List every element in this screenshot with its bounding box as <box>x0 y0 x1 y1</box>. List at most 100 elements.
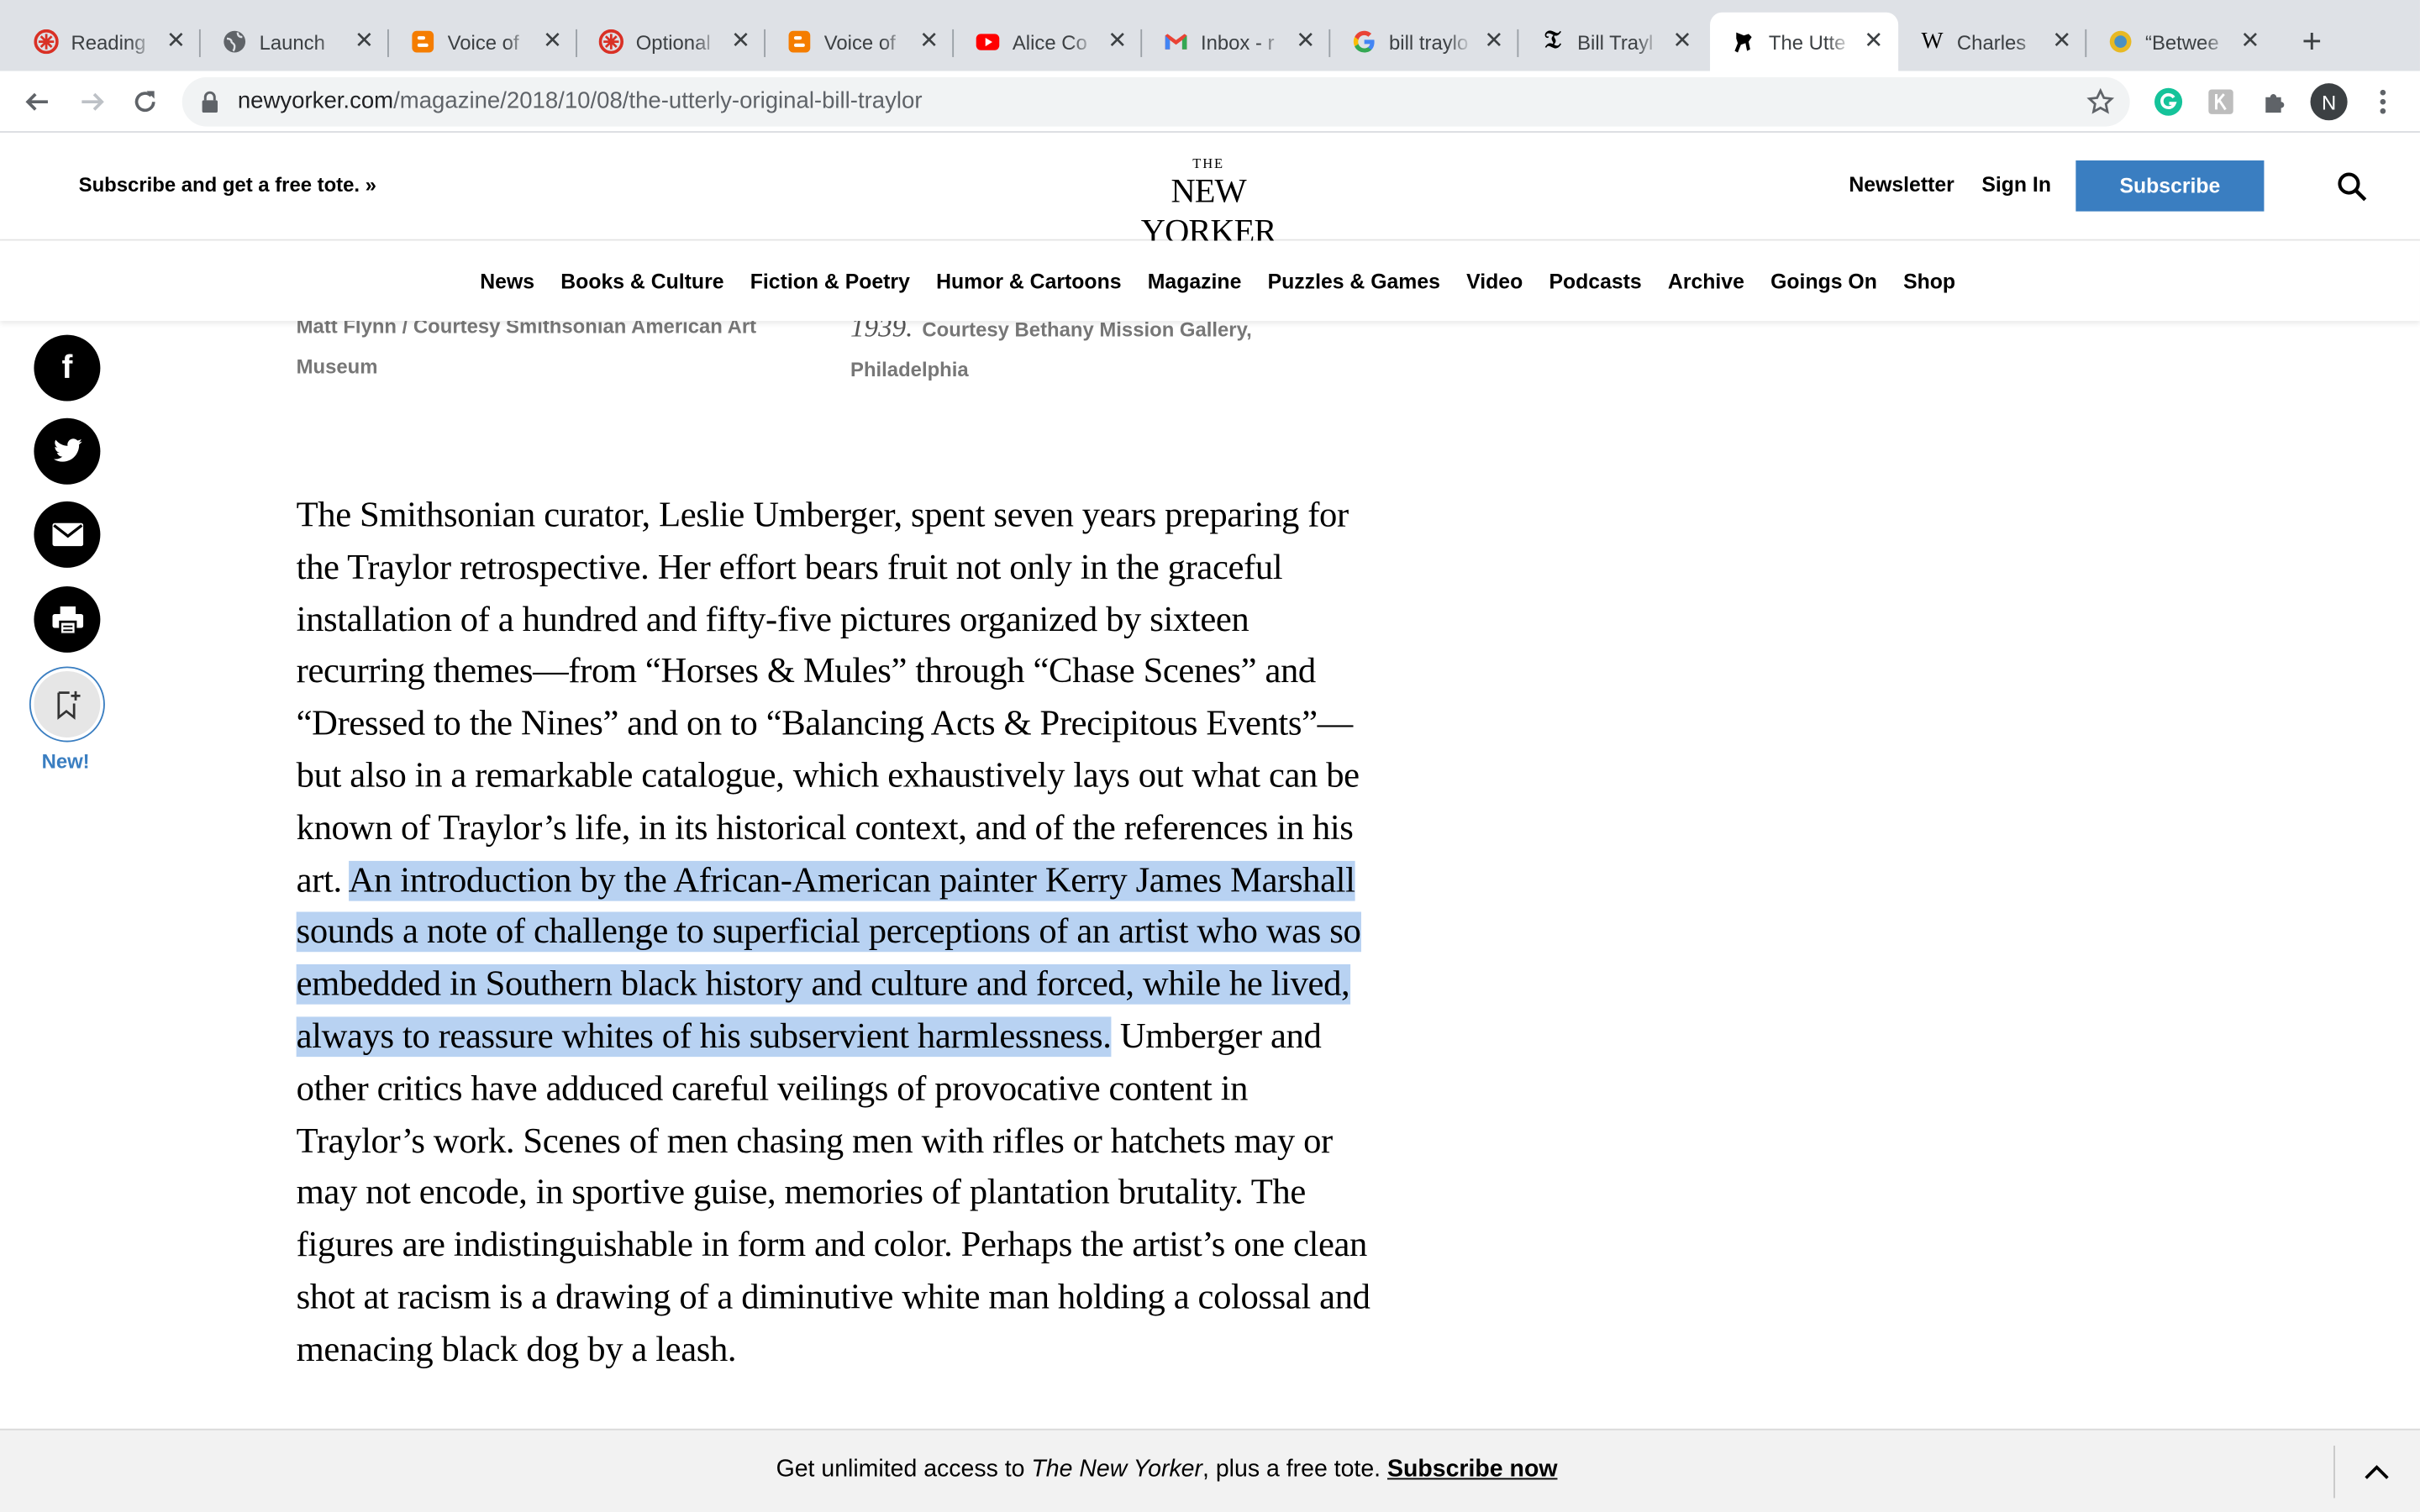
nav-fiction-poetry[interactable]: Fiction & Poetry <box>750 270 910 293</box>
nav-podcasts[interactable]: Podcasts <box>1549 270 1641 293</box>
caption-line: Courtesy Bethany Mission Gallery, <box>922 318 1252 341</box>
share-email-button[interactable] <box>34 501 101 568</box>
tab-title: Reading <box>71 29 146 54</box>
envelope-icon <box>51 522 83 547</box>
close-icon[interactable]: ✕ <box>1105 29 1129 54</box>
grammarly-extension[interactable] <box>2150 83 2187 120</box>
puzzle-icon <box>2265 94 2285 113</box>
browser-tab[interactable]: 𝔗 Bill Trayl ✕ <box>1518 13 1707 71</box>
close-icon[interactable]: ✕ <box>917 29 941 54</box>
nav-shop[interactable]: Shop <box>1903 270 1955 293</box>
facebook-icon: f <box>61 349 73 386</box>
tab-title: “Betwee <box>2145 29 2219 54</box>
nav-archive[interactable]: Archive <box>1668 270 1744 293</box>
close-icon[interactable]: ✕ <box>540 29 565 54</box>
extensions-menu-button[interactable] <box>2256 83 2293 120</box>
new-yorker-logo[interactable]: THE NEW YORKER <box>1105 155 1312 249</box>
browser-tab[interactable]: Reading ✕ <box>13 13 201 71</box>
browser-tab[interactable]: bill traylo ✕ <box>1330 13 1519 71</box>
print-button[interactable] <box>34 585 101 653</box>
nav-magazine[interactable]: Magazine <box>1148 270 1242 293</box>
close-icon[interactable]: ✕ <box>1481 29 1506 54</box>
extension-button[interactable] <box>2202 83 2239 120</box>
close-icon[interactable]: ✕ <box>729 29 753 54</box>
nav-news[interactable]: News <box>480 270 534 293</box>
wikipedia-icon: W <box>1921 28 1944 54</box>
browser-menu-button[interactable] <box>2365 83 2402 120</box>
browser-toolbar: newyorker.com/magazine/2018/10/08/the-ut… <box>0 71 2420 133</box>
logo-the: THE <box>1192 155 1224 171</box>
new-tab-button[interactable]: + <box>2293 24 2330 61</box>
close-icon[interactable]: ✕ <box>2238 29 2262 54</box>
reload-button[interactable] <box>127 83 164 120</box>
blogger-icon <box>787 29 812 54</box>
nav-video[interactable]: Video <box>1466 270 1523 293</box>
sign-in-link[interactable]: Sign In <box>1981 173 2051 197</box>
nav-books-culture[interactable]: Books & Culture <box>560 270 723 293</box>
logo-name: NEW YORKER <box>1140 171 1277 250</box>
tab-title: Inbox - r <box>1200 29 1275 54</box>
save-article-button[interactable] <box>29 666 105 743</box>
nav-humor-cartoons[interactable]: Humor & Cartoons <box>936 270 1121 293</box>
article-text: The Smithsonian curator, Leslie Umberger… <box>296 495 1360 900</box>
forward-button[interactable] <box>74 83 111 120</box>
twitter-icon <box>53 438 82 462</box>
reload-icon <box>134 91 155 113</box>
browser-tab[interactable]: W Charles ✕ <box>1898 13 2087 71</box>
browser-tab[interactable]: Launch ✕ <box>201 13 389 71</box>
back-button[interactable] <box>18 83 55 120</box>
bookmark-add-icon <box>56 690 80 720</box>
profile-avatar[interactable]: N <box>2310 83 2348 121</box>
close-icon[interactable]: ✕ <box>1861 29 1886 54</box>
globe-icon <box>222 29 246 54</box>
caption-line: Philadelphia <box>850 358 969 381</box>
close-icon[interactable]: ✕ <box>164 29 188 54</box>
subscribe-promo-link[interactable]: Subscribe and get a free tote. » <box>79 173 376 197</box>
nav-goings-on[interactable]: Goings On <box>1770 270 1877 293</box>
tab-title: The Utte <box>1768 29 1846 54</box>
chevron-up-icon[interactable] <box>2361 1458 2392 1489</box>
lock-icon <box>201 91 219 120</box>
close-icon[interactable]: ✕ <box>1293 29 1318 54</box>
tab-title: Bill Trayl <box>1577 29 1654 54</box>
tab-title: Launch <box>259 29 325 54</box>
blogger-icon <box>411 29 435 54</box>
banner-lead: Get unlimited access to <box>776 1456 1032 1483</box>
address-bar[interactable]: newyorker.com/magazine/2018/10/08/the-ut… <box>182 76 2130 127</box>
close-icon[interactable]: ✕ <box>352 29 376 54</box>
subscribe-button[interactable]: Subscribe <box>2075 160 2265 212</box>
extension-k-icon <box>2208 89 2233 114</box>
browser-tab[interactable]: Alice Co ✕ <box>954 13 1143 71</box>
nav-puzzles-games[interactable]: Puzzles & Games <box>1268 270 1440 293</box>
newsletter-link[interactable]: Newsletter <box>1849 173 1954 197</box>
printer-icon <box>51 605 83 633</box>
search-icon[interactable] <box>2337 171 2368 202</box>
banner-mid: , plus a free tote. <box>1202 1456 1387 1483</box>
browser-tab[interactable]: “Betwee ✕ <box>2086 13 2275 71</box>
youtube-icon <box>976 29 1000 54</box>
kebab-menu-icon <box>2380 89 2386 114</box>
browser-tab[interactable]: Voice of ✕ <box>765 13 955 71</box>
tab-title: Voice of <box>447 29 519 54</box>
browser-tab[interactable]: Inbox - r ✕ <box>1142 13 1331 71</box>
google-icon <box>1352 29 1376 54</box>
sun-icon <box>2108 29 2133 54</box>
close-icon[interactable]: ✕ <box>1670 29 1694 54</box>
tab-title: bill traylo <box>1389 29 1469 54</box>
browser-tab[interactable]: Voice of ✕ <box>389 13 577 71</box>
browser-tab[interactable]: Optional ✕ <box>577 13 766 71</box>
subscribe-now-link[interactable]: Subscribe now <box>1387 1457 1557 1483</box>
gmail-icon <box>1164 29 1188 54</box>
browser-tab-active[interactable]: The Utte ✕ <box>1710 12 1899 71</box>
arrow-right-icon <box>82 92 104 111</box>
subscription-banner: Get unlimited access to The New Yorker, … <box>0 1428 2420 1512</box>
star-icon[interactable] <box>2086 87 2115 123</box>
banner-publication: The New Yorker <box>1031 1456 1203 1483</box>
main-nav: News Books & Culture Fiction & Poetry Hu… <box>0 240 2420 322</box>
share-twitter-button[interactable] <box>34 417 101 485</box>
tab-title: Voice of <box>823 29 896 54</box>
share-facebook-button[interactable]: f <box>34 334 101 402</box>
article-text: Umberger and other critics have adduced … <box>296 1016 1370 1370</box>
close-icon[interactable]: ✕ <box>2049 29 2074 54</box>
asterisk-red-icon <box>598 29 624 55</box>
